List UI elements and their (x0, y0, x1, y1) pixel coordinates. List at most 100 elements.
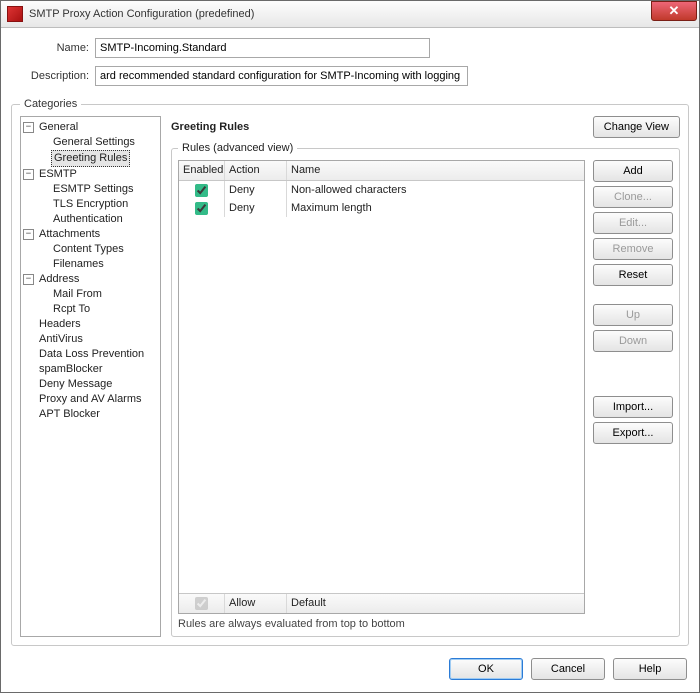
tree-item-label: ESMTP Settings (51, 182, 136, 197)
tree-mail-from[interactable]: Mail From (23, 287, 160, 302)
tree-deny-message[interactable]: Deny Message (23, 377, 160, 392)
default-action-cell: Allow (225, 594, 287, 613)
tree-item-label: ESMTP (37, 167, 79, 182)
row-name-cell: Maximum length (287, 199, 584, 217)
rules-body: Enabled Action Name DenyNon-allowed char… (178, 160, 673, 614)
close-button[interactable]: ✕ (651, 1, 697, 21)
rules-fieldset: Rules (advanced view) Enabled Action Nam… (171, 142, 680, 637)
tree-general-settings[interactable]: General Settings (23, 135, 160, 150)
side-buttons: Add Clone... Edit... Remove Reset Up Dow… (593, 160, 673, 614)
close-icon: ✕ (669, 3, 680, 19)
tree-item-label: Attachments (37, 227, 102, 242)
tree-item-label: APT Blocker (37, 407, 102, 422)
tree-item-label: Rcpt To (51, 302, 92, 317)
up-button: Up (593, 304, 673, 326)
row-description: Description: (29, 66, 689, 86)
client-area: Name: Description: Categories −GeneralGe… (1, 28, 699, 648)
col-action[interactable]: Action (225, 161, 287, 180)
categories-tree[interactable]: −GeneralGeneral SettingsGreeting Rules−E… (20, 116, 161, 637)
description-label: Description: (29, 70, 89, 82)
row-enabled-checkbox[interactable] (195, 184, 208, 197)
tree-rcpt-to[interactable]: Rcpt To (23, 302, 160, 317)
tree-antivirus[interactable]: AntiVirus (23, 332, 160, 347)
titlebar: SMTP Proxy Action Configuration (predefi… (1, 1, 699, 28)
col-name[interactable]: Name (287, 161, 584, 180)
reset-button[interactable]: Reset (593, 264, 673, 286)
tree-item-label: Greeting Rules (51, 150, 130, 167)
panel-header: Greeting Rules Change View (171, 116, 680, 138)
name-input[interactable] (95, 38, 430, 58)
categories-fieldset: Categories −GeneralGeneral SettingsGreet… (11, 98, 689, 646)
row-enabled-checkbox[interactable] (195, 202, 208, 215)
row-name-cell: Non-allowed characters (287, 181, 584, 199)
rules-hint: Rules are always evaluated from top to b… (178, 618, 673, 630)
rules-legend: Rules (advanced view) (178, 142, 297, 154)
name-label: Name: (29, 42, 89, 54)
tree-item-label: spamBlocker (37, 362, 105, 377)
tree-esmtp-settings[interactable]: ESMTP Settings (23, 182, 160, 197)
row-action-cell: Deny (225, 181, 287, 199)
remove-button: Remove (593, 238, 673, 260)
tree-item-label: General (37, 120, 80, 135)
categories-legend: Categories (20, 98, 81, 110)
description-input[interactable] (95, 66, 468, 86)
default-enabled-cell (179, 594, 225, 613)
dialog-window: SMTP Proxy Action Configuration (predefi… (0, 0, 700, 693)
dialog-footer: OK Cancel Help (1, 648, 699, 692)
ok-button[interactable]: OK (449, 658, 523, 680)
tree-esmtp[interactable]: −ESMTP (23, 167, 160, 182)
table-header: Enabled Action Name (179, 161, 584, 181)
expand-icon[interactable]: − (23, 169, 34, 180)
tree-address[interactable]: −Address (23, 272, 160, 287)
tree-content-types[interactable]: Content Types (23, 242, 160, 257)
table-row[interactable]: DenyNon-allowed characters (179, 181, 584, 199)
window-title: SMTP Proxy Action Configuration (predefi… (29, 8, 651, 20)
tree-tls-encryption[interactable]: TLS Encryption (23, 197, 160, 212)
tree-attachments[interactable]: −Attachments (23, 227, 160, 242)
tree-general[interactable]: −General (23, 120, 160, 135)
tree-headers[interactable]: Headers (23, 317, 160, 332)
tree-dlp[interactable]: Data Loss Prevention (23, 347, 160, 362)
clone-button: Clone... (593, 186, 673, 208)
row-name: Name: (29, 38, 689, 58)
tree-item-label: AntiVirus (37, 332, 85, 347)
tree-item-label: TLS Encryption (51, 197, 130, 212)
default-enabled-checkbox (195, 597, 208, 610)
table-row[interactable]: DenyMaximum length (179, 199, 584, 217)
col-enabled[interactable]: Enabled (179, 161, 225, 180)
tree-item-label: Proxy and AV Alarms (37, 392, 144, 407)
tree-item-label: Mail From (51, 287, 104, 302)
tree-proxy-av-alarms[interactable]: Proxy and AV Alarms (23, 392, 160, 407)
tree-item-label: Headers (37, 317, 83, 332)
tree-greeting-rules[interactable]: Greeting Rules (23, 150, 160, 167)
expand-icon[interactable]: − (23, 274, 34, 285)
tree-item-label: Authentication (51, 212, 125, 227)
default-name-cell: Default (287, 594, 584, 613)
down-button: Down (593, 330, 673, 352)
tree-item-label: Deny Message (37, 377, 114, 392)
table-footer-row: Allow Default (179, 593, 584, 613)
change-view-button[interactable]: Change View (593, 116, 680, 138)
tree-authentication[interactable]: Authentication (23, 212, 160, 227)
import-button[interactable]: Import... (593, 396, 673, 418)
expand-icon[interactable]: − (23, 122, 34, 133)
panel-heading: Greeting Rules (171, 121, 593, 133)
export-button[interactable]: Export... (593, 422, 673, 444)
add-button[interactable]: Add (593, 160, 673, 182)
tree-filenames[interactable]: Filenames (23, 257, 160, 272)
row-action-cell: Deny (225, 199, 287, 217)
cancel-button[interactable]: Cancel (531, 658, 605, 680)
rules-table[interactable]: Enabled Action Name DenyNon-allowed char… (178, 160, 585, 614)
tree-item-label: Data Loss Prevention (37, 347, 146, 362)
tree-item-label: Address (37, 272, 81, 287)
right-panel: Greeting Rules Change View Rules (advanc… (161, 116, 680, 637)
edit-button: Edit... (593, 212, 673, 234)
tree-item-label: Content Types (51, 242, 126, 257)
expand-icon[interactable]: − (23, 229, 34, 240)
tree-item-label: General Settings (51, 135, 137, 150)
help-button[interactable]: Help (613, 658, 687, 680)
app-icon (7, 6, 23, 22)
tree-apt-blocker[interactable]: APT Blocker (23, 407, 160, 422)
tree-item-label: Filenames (51, 257, 106, 272)
tree-spamblocker[interactable]: spamBlocker (23, 362, 160, 377)
